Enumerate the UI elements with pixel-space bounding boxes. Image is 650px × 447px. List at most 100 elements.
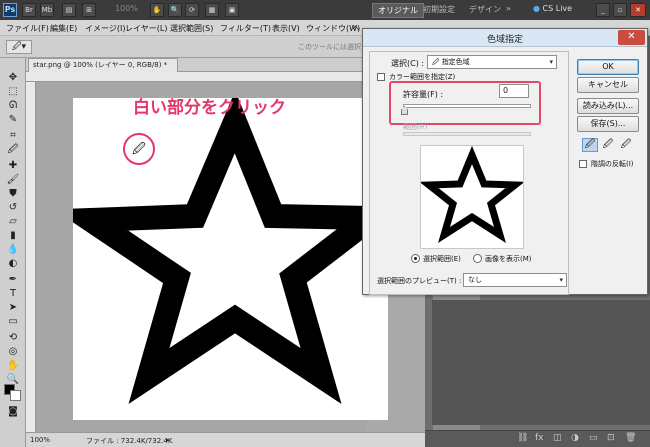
crop-tool-icon[interactable]: ⌗ [6,130,20,142]
quick-select-tool-icon[interactable]: ✎ [6,114,20,126]
image-radio[interactable] [473,254,482,263]
menu-view[interactable]: 表示(V) [272,23,300,34]
minibridge-button[interactable]: Mb [40,3,54,17]
new-group-icon[interactable]: ▭ [589,433,598,443]
localized-color-clusters-checkbox[interactable] [377,73,385,81]
invert-checkbox[interactable] [579,160,587,168]
3d-orbit-tool-icon[interactable]: ◎ [6,346,20,358]
delete-layer-icon[interactable]: 🗑 [625,433,636,443]
type-tool-icon[interactable]: T [6,288,20,300]
quick-mask-icon[interactable]: ◙ [6,406,20,418]
hand-icon[interactable]: ✋ [150,3,164,17]
path-select-tool-icon[interactable]: ➤ [6,302,20,314]
ok-button[interactable]: OK [577,59,639,75]
marquee-tool-icon[interactable]: ⬚ [6,86,20,98]
workspace-design[interactable]: デザイン [469,4,501,15]
document-tab[interactable]: star.png @ 100% (レイヤー 0, RGB/8) * [28,58,178,72]
preview-label: 選択範囲のプレビュー(T) : [377,277,462,285]
dodge-tool-icon[interactable]: ◐ [6,258,20,270]
tolerance-slider-track[interactable] [403,104,531,108]
eraser-tool-icon[interactable]: ▱ [6,216,20,228]
extras-icon[interactable]: ▤ [62,3,76,17]
workspace-original[interactable]: オリジナル [372,3,424,18]
zoom-tool-icon[interactable]: 🔍 [168,3,182,17]
arrange-documents-icon[interactable]: ▦ [205,3,219,17]
color-range-dialog: 色域指定 ✕ 選択(C) : 🖉 指定色域 ▾ カラー範囲を指定(Z) 許容量(… [362,28,648,295]
select-dropdown[interactable]: 🖉 指定色域 ▾ [427,55,557,69]
gradient-tool-icon[interactable]: ▮ [6,230,20,242]
clone-stamp-tool-icon[interactable]: ⛊ [6,188,20,200]
new-layer-icon[interactable]: ⊡ [607,433,615,443]
select-label: 選択(C) : [391,59,425,68]
rotate-view-icon[interactable]: ⟳ [185,3,199,17]
bridge-button[interactable]: Br [22,3,36,17]
tolerance-label: 許容量(F) : [403,90,444,99]
cancel-button[interactable]: キャンセル [577,77,639,93]
layer-mask-icon[interactable]: ◫ [553,433,562,443]
menu-image[interactable]: イメージ(I) [85,23,125,34]
eyedropper-plus-icon[interactable]: 🖉 [600,138,616,152]
selection-preview [419,145,525,249]
view-extras-icon[interactable]: ⊞ [82,3,96,17]
lasso-tool-icon[interactable]: ᘏ [6,100,20,112]
workspace-default[interactable]: 初期設定 [423,4,455,15]
history-brush-tool-icon[interactable]: ↺ [6,202,20,214]
panel-footer: ⛓ fx ◫ ◑ ▭ ⊡ 🗑 [425,430,650,447]
dialog-close-button[interactable]: ✕ [618,30,645,45]
link-layers-icon[interactable]: ⛓ [517,433,528,443]
tolerance-input[interactable]: 0 [499,84,529,98]
more-workspaces-button[interactable]: » [506,4,511,13]
document-canvas[interactable] [53,90,406,420]
healing-brush-tool-icon[interactable]: ✚ [6,160,20,172]
shape-tool-icon[interactable]: ▭ [6,316,20,328]
eyedropper-tool-icon[interactable]: 🖉 [6,144,20,156]
pen-tool-icon[interactable]: ✒ [6,274,20,286]
fx-icon[interactable]: fx [535,433,544,443]
options-hint: このツールには選択 [298,43,361,51]
restore-button[interactable]: ▫ [613,3,627,17]
dialog-titlebar[interactable]: 色域指定 ✕ [363,29,647,47]
invert-label: 階調の反転(I) [591,160,634,168]
screen-mode-icon[interactable]: ▣ [225,3,239,17]
eyedropper-minus-icon[interactable]: 🖉 [618,138,634,152]
select-eyedropper-icon: 🖉 [432,58,442,66]
tools-panel: ✥ ⬚ ᘏ ✎ ⌗ 🖉 ✚ 🖌 ⛊ ↺ ▱ ▮ 💧 ◐ ✒ T ➤ ▭ ⟲ ◎ … [0,58,26,447]
minimize-button[interactable]: _ [596,3,610,17]
range-slider-track [403,132,531,136]
zoom-readout: 100% [115,4,138,13]
menu-filter[interactable]: フィルター(T) [220,23,271,34]
hand-tool-icon[interactable]: ✋ [6,360,20,372]
menu-file[interactable]: ファイル(F) [6,23,49,34]
layers-panel [432,300,650,425]
image-radio-label: 画像を表示(M) [485,255,532,263]
status-file-info: ファイル : 732.4K/732.4K [86,437,173,445]
selection-radio[interactable] [411,254,420,263]
status-zoom[interactable]: 100% [30,436,50,444]
menu-help[interactable]: ヘ [352,23,360,34]
background-color-swatch[interactable] [10,390,21,401]
vertical-ruler [26,82,36,432]
annotation-text: 白い部分をクリック [133,98,286,118]
preview-star [419,145,525,243]
annotation-circle: 🖉 [123,133,155,165]
load-button[interactable]: 読み込み(L)... [577,98,639,114]
move-tool-icon[interactable]: ✥ [6,72,20,84]
cs-live-button[interactable]: ● CS Live [533,4,572,13]
photoshop-logo: Ps [3,3,17,17]
blur-tool-icon[interactable]: 💧 [6,244,20,256]
tool-preset-picker[interactable]: 🖉▾ [6,40,32,54]
adjustment-layer-icon[interactable]: ◑ [571,433,579,443]
menu-layer[interactable]: レイヤー(L) [125,23,167,34]
3d-rotate-tool-icon[interactable]: ⟲ [6,332,20,344]
menu-edit[interactable]: 編集(E) [50,23,77,34]
close-app-button[interactable]: ✕ [630,3,646,17]
selection-radio-label: 選択範囲(E) [423,255,461,263]
status-arrow-icon[interactable]: ▸ [166,436,170,444]
preview-dropdown[interactable]: なし ▾ [463,273,567,287]
save-button[interactable]: 保存(S)... [577,116,639,132]
preview-value: なし [468,276,482,284]
chevron-down-icon: ▾ [549,58,553,66]
menu-select[interactable]: 選択範囲(S) [170,23,213,34]
eyedropper-icon[interactable]: 🖉 [582,138,598,152]
brush-tool-icon[interactable]: 🖌 [6,174,20,186]
